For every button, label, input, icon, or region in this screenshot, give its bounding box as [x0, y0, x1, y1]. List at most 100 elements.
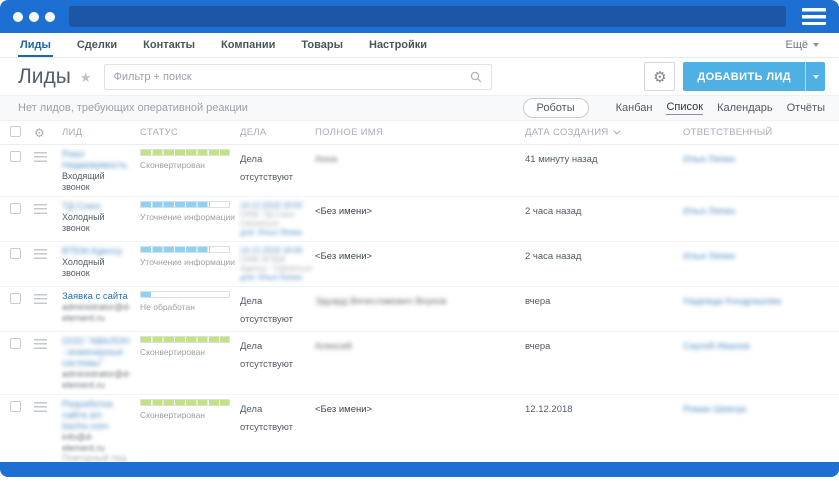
- nav-tab-products[interactable]: Товары: [301, 33, 343, 57]
- row-checkbox[interactable]: [10, 293, 21, 304]
- full-name-cell: Анна: [315, 154, 338, 165]
- lead-name-link[interactable]: Разработка сайта art-bacho.com: [62, 399, 140, 432]
- lead-name-link[interactable]: BTEM Agency: [62, 246, 140, 257]
- nav-tab-leads[interactable]: Лиды: [18, 33, 53, 57]
- add-lead-button[interactable]: ДОБАВИТЬ ЛИД: [683, 62, 805, 91]
- table-row[interactable]: ООО "АВАЛОН - инженерные системы" admini…: [0, 332, 839, 395]
- hamburger-menu-icon[interactable]: [802, 8, 826, 25]
- full-name-cell: <Без имени>: [315, 251, 373, 262]
- row-checkbox[interactable]: [10, 338, 21, 349]
- lead-email: administrator@d-element.ru: [62, 369, 132, 390]
- full-name-cell: <Без имени>: [315, 206, 373, 217]
- responsible-link[interactable]: Надежда Кондрашова: [683, 296, 781, 307]
- row-checkbox[interactable]: [10, 248, 21, 259]
- nav-more-dropdown[interactable]: Ещё: [785, 33, 819, 57]
- row-menu-icon[interactable]: [34, 204, 47, 214]
- window-control-dots[interactable]: [13, 11, 55, 22]
- table-row[interactable]: Риал Недвижимость Входящий звонок Сконве…: [0, 145, 839, 197]
- add-lead-button-group: ДОБАВИТЬ ЛИД: [683, 62, 825, 91]
- info-bar: Нет лидов, требующих оперативной реакции…: [0, 95, 839, 121]
- lead-source: Холодный звонок: [62, 212, 105, 233]
- add-lead-dropdown-button[interactable]: [805, 62, 825, 91]
- created-cell: 41 минуту назад: [525, 154, 598, 165]
- row-menu-icon[interactable]: [34, 339, 47, 349]
- favorite-star-icon[interactable]: ★: [80, 70, 92, 86]
- status-progress-bar: [140, 291, 230, 298]
- table-row[interactable]: Заявка с сайта administrator@d-element.r…: [0, 287, 839, 332]
- search-icon[interactable]: [470, 71, 482, 83]
- row-checkbox[interactable]: [10, 401, 21, 412]
- view-tab-list[interactable]: Список: [666, 101, 704, 115]
- page-title: Лиды: [18, 64, 71, 88]
- lead-name-link[interactable]: Заявка с сайта: [62, 291, 140, 302]
- full-name-cell: Эдуард Вячеславович Внуков: [315, 296, 447, 307]
- select-all-checkbox[interactable]: [10, 125, 21, 137]
- deals-cell[interactable]: 14.12.2018 18:00 CRM: BTEM Agency : Связ…: [240, 246, 315, 282]
- crm-window: Лиды Сделки Контакты Компании Товары Нас…: [0, 0, 839, 481]
- table-row[interactable]: ТД Союз Холодный звонок Уточнение информ…: [0, 197, 839, 242]
- address-bar[interactable]: [69, 6, 786, 27]
- column-header-status[interactable]: СТАТУС: [140, 127, 240, 138]
- column-header-responsible[interactable]: ОТВЕТСТВЕННЫЙ: [683, 127, 839, 138]
- table-row[interactable]: BTEM Agency Холодный звонок Уточнение ин…: [0, 242, 839, 287]
- status-progress-bar: [140, 201, 230, 208]
- no-leads-message: Нет лидов, требующих оперативной реакции: [18, 102, 248, 114]
- status-label: Сконвертирован: [140, 347, 205, 357]
- table-row[interactable]: Разработка сайта art-bacho.com info@d-el…: [0, 395, 839, 462]
- nav-more-label: Ещё: [785, 39, 808, 51]
- row-checkbox[interactable]: [10, 203, 21, 214]
- status-label: Сконвертирован: [140, 160, 205, 170]
- created-cell: 2 часа назад: [525, 206, 582, 217]
- created-cell: 2 часа назад: [525, 251, 582, 262]
- row-menu-icon[interactable]: [34, 249, 47, 259]
- lead-repeat-flag: Повторный лид: [62, 453, 127, 462]
- row-menu-icon[interactable]: [34, 294, 47, 304]
- lead-name-link[interactable]: ТД Союз: [62, 201, 140, 212]
- view-tab-calendar[interactable]: Календарь: [717, 102, 773, 115]
- deals-cell: Дела отсутствуют: [240, 341, 294, 370]
- row-checkbox[interactable]: [10, 151, 21, 162]
- column-header-full-name[interactable]: ПОЛНОЕ ИМЯ: [315, 127, 525, 138]
- filter-search-box[interactable]: [103, 63, 492, 90]
- responsible-link[interactable]: Сергей Иванов: [683, 341, 750, 352]
- full-name-cell: <Без имени>: [315, 404, 373, 415]
- robots-button[interactable]: Роботы: [522, 98, 589, 118]
- column-header-deals[interactable]: ДЕЛА: [240, 127, 315, 138]
- responsible-link[interactable]: Илья Ляпин: [683, 154, 735, 165]
- status-label: Уточнение информации: [140, 257, 235, 267]
- chevron-down-icon: [813, 43, 819, 47]
- column-header-lead[interactable]: ЛИД: [62, 127, 140, 138]
- deals-cell: Дела отсутствуют: [240, 154, 294, 183]
- status-progress-bar: [140, 336, 230, 343]
- search-input[interactable]: [113, 70, 470, 83]
- view-tab-kanban[interactable]: Канбан: [616, 102, 653, 115]
- deals-cell: Дела отсутствуют: [240, 404, 294, 433]
- column-settings-gear-icon[interactable]: ⚙: [34, 127, 62, 139]
- lead-source: Входящий звонок: [62, 171, 105, 192]
- responsible-link[interactable]: Илья Ляпин: [683, 251, 735, 262]
- responsible-link[interactable]: Роман Шевчук: [683, 404, 746, 415]
- status-label: Не обработан: [140, 302, 195, 312]
- responsible-link[interactable]: Илья Ляпин: [683, 206, 735, 217]
- chevron-down-icon: [812, 74, 819, 79]
- settings-gear-button[interactable]: ⚙: [644, 62, 676, 91]
- lead-name-link[interactable]: Риал Недвижимость: [62, 149, 140, 171]
- row-menu-icon[interactable]: [34, 152, 47, 162]
- status-progress-bar: [140, 149, 230, 156]
- deals-cell[interactable]: 14.12.2018 18:00 CRM: ТД Союз Связаться …: [240, 201, 315, 237]
- view-switcher: Роботы Канбан Список Календарь Отчёты: [522, 98, 825, 118]
- column-header-created[interactable]: ДАТА СОЗДАНИЯ: [525, 127, 683, 138]
- view-tab-reports[interactable]: Отчёты: [787, 102, 825, 115]
- deals-cell: Дела отсутствуют: [240, 296, 294, 325]
- lead-name-link[interactable]: ООО "АВАЛОН - инженерные системы": [62, 336, 140, 369]
- nav-tab-deals[interactable]: Сделки: [77, 33, 117, 57]
- row-menu-icon[interactable]: [34, 402, 47, 412]
- nav-tab-settings[interactable]: Настройки: [369, 33, 427, 57]
- nav-tab-contacts[interactable]: Контакты: [143, 33, 195, 57]
- created-cell: вчера: [525, 341, 551, 352]
- full-name-cell: Алексей: [315, 341, 352, 352]
- gear-icon: ⚙: [653, 68, 667, 86]
- lead-email: administrator@d-element.ru: [62, 302, 132, 323]
- nav-tab-companies[interactable]: Компании: [221, 33, 275, 57]
- status-label: Уточнение информации: [140, 212, 235, 222]
